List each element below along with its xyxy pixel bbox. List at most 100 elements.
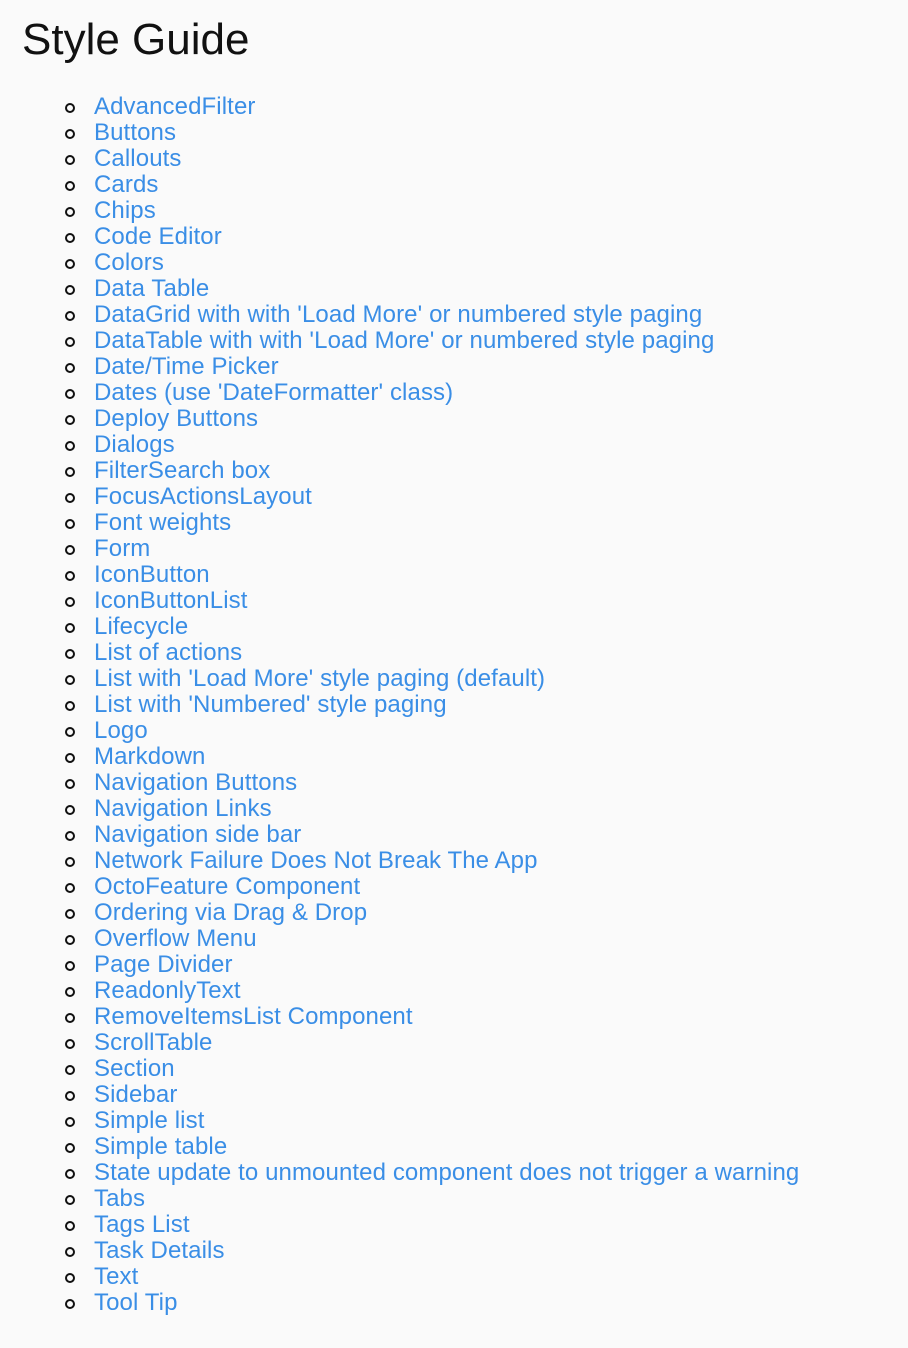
circle-bullet-icon: [65, 883, 75, 893]
style-guide-link[interactable]: AdvancedFilter: [94, 93, 255, 120]
circle-bullet-icon: [65, 493, 75, 503]
style-guide-link[interactable]: Section: [94, 1055, 175, 1082]
list-item: Overflow Menu: [0, 926, 799, 952]
style-guide-link[interactable]: Buttons: [94, 119, 176, 146]
style-guide-link[interactable]: Form: [94, 535, 150, 562]
style-guide-link[interactable]: Font weights: [94, 509, 231, 536]
style-guide-link[interactable]: IconButtonList: [94, 587, 248, 614]
style-guide-link[interactable]: Logo: [94, 717, 148, 744]
style-guide-link[interactable]: DataGrid with with 'Load More' or number…: [94, 301, 702, 328]
list-item: Task Details: [0, 1238, 799, 1264]
style-guide-link[interactable]: List with 'Load More' style paging (defa…: [94, 665, 545, 692]
circle-bullet-icon: [65, 1013, 75, 1023]
list-item: Navigation Buttons: [0, 770, 799, 796]
list-item: List with 'Numbered' style paging: [0, 692, 799, 718]
style-guide-link[interactable]: Task Details: [94, 1237, 225, 1264]
circle-bullet-icon: [65, 545, 75, 555]
circle-bullet-icon: [65, 363, 75, 373]
list-item: List with 'Load More' style paging (defa…: [0, 666, 799, 692]
circle-bullet-icon: [65, 675, 75, 685]
style-guide-link[interactable]: Tabs: [94, 1185, 145, 1212]
style-guide-link[interactable]: Simple table: [94, 1133, 227, 1160]
list-item: State update to unmounted component does…: [0, 1160, 799, 1186]
circle-bullet-icon: [65, 1247, 75, 1257]
circle-bullet-icon: [65, 831, 75, 841]
style-guide-link[interactable]: Colors: [94, 249, 164, 276]
style-guide-link[interactable]: Chips: [94, 197, 156, 224]
style-guide-link[interactable]: Page Divider: [94, 951, 233, 978]
circle-bullet-icon: [65, 597, 75, 607]
list-item: FocusActionsLayout: [0, 484, 799, 510]
list-item: Deploy Buttons: [0, 406, 799, 432]
circle-bullet-icon: [65, 519, 75, 529]
circle-bullet-icon: [65, 155, 75, 165]
style-guide-link[interactable]: Navigation Links: [94, 795, 272, 822]
list-item: Markdown: [0, 744, 799, 770]
list-item: Page Divider: [0, 952, 799, 978]
style-guide-link[interactable]: Text: [94, 1263, 138, 1290]
circle-bullet-icon: [65, 1221, 75, 1231]
circle-bullet-icon: [65, 207, 75, 217]
style-guide-link[interactable]: Ordering via Drag & Drop: [94, 899, 367, 926]
style-guide-link[interactable]: Simple list: [94, 1107, 204, 1134]
style-guide-link[interactable]: Data Table: [94, 275, 209, 302]
list-item: Ordering via Drag & Drop: [0, 900, 799, 926]
style-guide-link[interactable]: Lifecycle: [94, 613, 188, 640]
style-guide-link[interactable]: Sidebar: [94, 1081, 177, 1108]
style-guide-link[interactable]: IconButton: [94, 561, 210, 588]
circle-bullet-icon: [65, 259, 75, 269]
circle-bullet-icon: [65, 311, 75, 321]
list-item: OctoFeature Component: [0, 874, 799, 900]
style-guide-link[interactable]: List of actions: [94, 639, 242, 666]
list-item: Network Failure Does Not Break The App: [0, 848, 799, 874]
circle-bullet-icon: [65, 961, 75, 971]
style-guide-link[interactable]: RemoveItemsList Component: [94, 1003, 413, 1030]
circle-bullet-icon: [65, 1169, 75, 1179]
style-guide-link[interactable]: Cards: [94, 171, 159, 198]
list-item: Tool Tip: [0, 1290, 799, 1316]
style-guide-link[interactable]: Markdown: [94, 743, 206, 770]
list-item: Colors: [0, 250, 799, 276]
circle-bullet-icon: [65, 753, 75, 763]
circle-bullet-icon: [65, 727, 75, 737]
list-item: Navigation Links: [0, 796, 799, 822]
style-guide-link[interactable]: ScrollTable: [94, 1029, 213, 1056]
style-guide-link[interactable]: Network Failure Does Not Break The App: [94, 847, 538, 874]
list-item: FilterSearch box: [0, 458, 799, 484]
style-guide-link[interactable]: Dates (use 'DateFormatter' class): [94, 379, 453, 406]
style-guide-link[interactable]: FilterSearch box: [94, 457, 270, 484]
circle-bullet-icon: [65, 805, 75, 815]
list-item: IconButton: [0, 562, 799, 588]
style-guide-link[interactable]: Navigation Buttons: [94, 769, 297, 796]
style-guide-link[interactable]: Code Editor: [94, 223, 222, 250]
list-item: Code Editor: [0, 224, 799, 250]
list-item: ReadonlyText: [0, 978, 799, 1004]
style-guide-link[interactable]: Deploy Buttons: [94, 405, 258, 432]
style-guide-link[interactable]: Date/Time Picker: [94, 353, 279, 380]
style-guide-link[interactable]: State update to unmounted component does…: [94, 1159, 799, 1186]
style-guide-link[interactable]: Overflow Menu: [94, 925, 257, 952]
style-guide-link[interactable]: ReadonlyText: [94, 977, 241, 1004]
circle-bullet-icon: [65, 779, 75, 789]
circle-bullet-icon: [65, 935, 75, 945]
style-guide-link[interactable]: List with 'Numbered' style paging: [94, 691, 447, 718]
style-guide-link[interactable]: Tool Tip: [94, 1289, 178, 1316]
style-guide-link[interactable]: OctoFeature Component: [94, 873, 360, 900]
list-item: List of actions: [0, 640, 799, 666]
style-guide-link[interactable]: Navigation side bar: [94, 821, 301, 848]
style-guide-link[interactable]: Tags List: [94, 1211, 190, 1238]
list-item: ScrollTable: [0, 1030, 799, 1056]
circle-bullet-icon: [65, 987, 75, 997]
list-item: Lifecycle: [0, 614, 799, 640]
list-item: Form: [0, 536, 799, 562]
style-guide-link[interactable]: FocusActionsLayout: [94, 483, 312, 510]
circle-bullet-icon: [65, 285, 75, 295]
circle-bullet-icon: [65, 441, 75, 451]
list-item: IconButtonList: [0, 588, 799, 614]
list-item: Data Table: [0, 276, 799, 302]
style-guide-link[interactable]: Callouts: [94, 145, 182, 172]
style-guide-link[interactable]: DataTable with with 'Load More' or numbe…: [94, 327, 714, 354]
circle-bullet-icon: [65, 1117, 75, 1127]
style-guide-link[interactable]: Dialogs: [94, 431, 175, 458]
style-guide-page: Style Guide AdvancedFilter Buttons Callout…: [0, 0, 908, 1348]
